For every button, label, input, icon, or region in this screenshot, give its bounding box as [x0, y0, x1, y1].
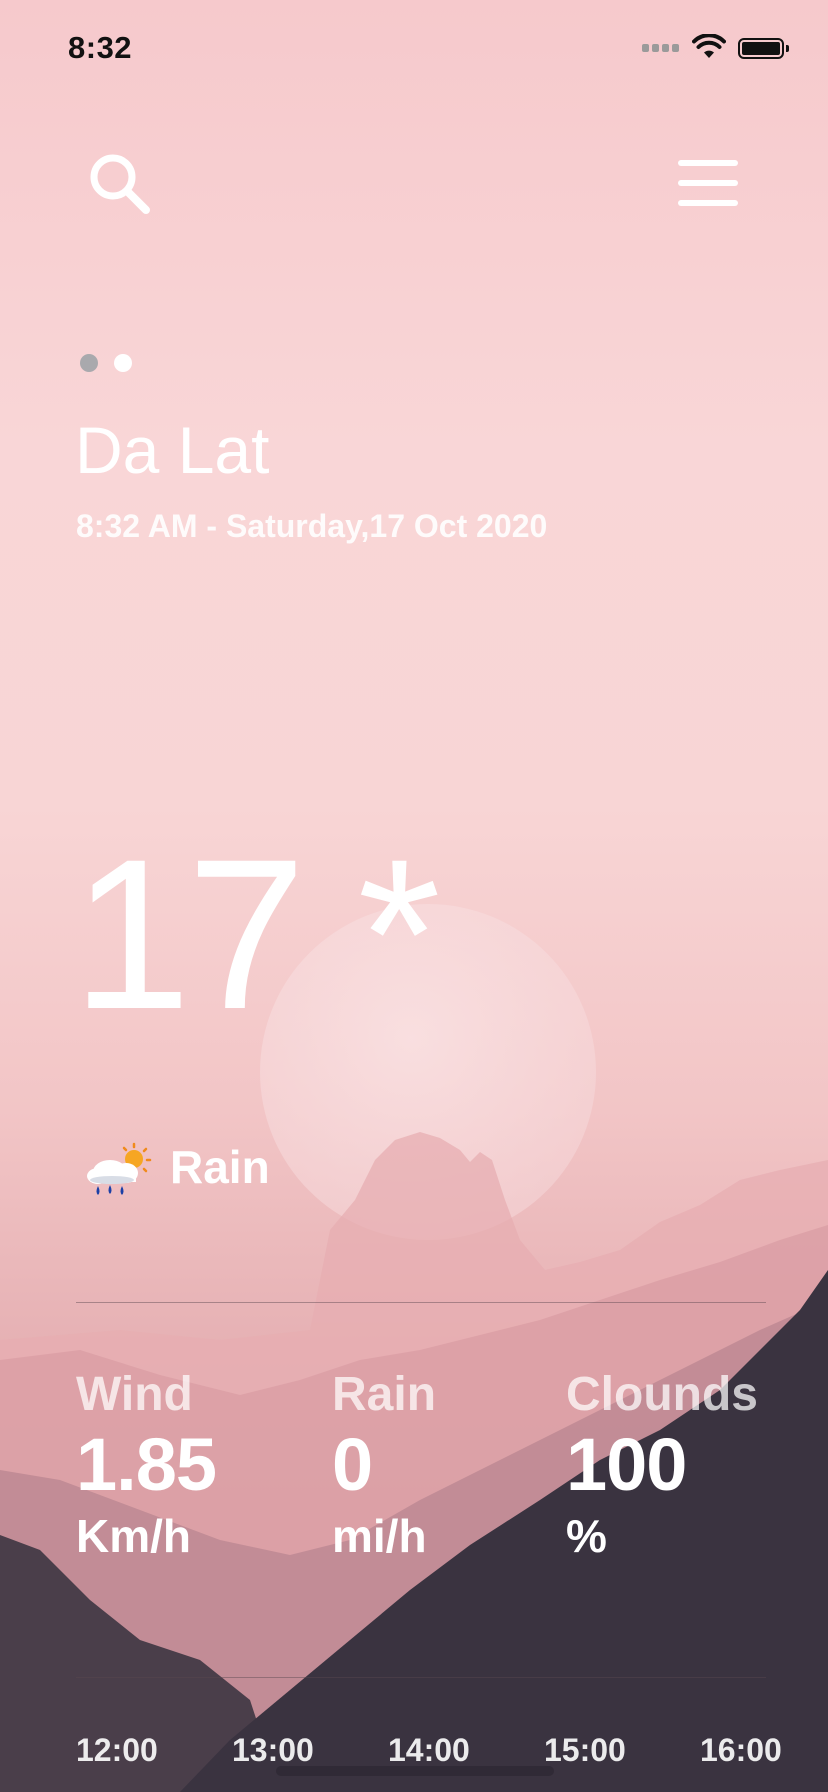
stat-label: Rain: [332, 1368, 437, 1421]
search-button[interactable]: [86, 150, 156, 220]
menu-icon-bar: [678, 200, 738, 206]
stat-value: 0: [332, 1423, 373, 1506]
status-time: 8:32: [68, 30, 133, 65]
divider-top: [76, 1302, 766, 1303]
search-icon: [90, 154, 150, 214]
menu-icon-bar: [678, 160, 738, 166]
date-time: 8:32 AM - Saturday,17 Oct 2020: [76, 508, 548, 544]
hour-item[interactable]: 15:00: [544, 1732, 626, 1769]
hour-item[interactable]: 14:00: [388, 1732, 470, 1769]
stat-label: Wind: [76, 1368, 193, 1421]
stat-unit: %: [566, 1510, 607, 1562]
rain-sun-icon: [87, 1142, 152, 1195]
battery-icon: [738, 38, 789, 59]
home-indicator[interactable]: [276, 1766, 554, 1776]
stat-wind: Wind 1.85 Km/h: [76, 1366, 217, 1566]
weather-screen: 8:32 Da Lat 8:32 AM - Saturday,17 Oct 20…: [0, 0, 828, 1792]
stat-clouds: Clounds 100 %: [566, 1366, 758, 1566]
status-bar: 8:32: [0, 0, 828, 100]
menu-icon-bar: [678, 180, 738, 186]
page-dot-1[interactable]: [80, 354, 98, 372]
raindrops-shape: [96, 1185, 124, 1195]
city-name: Da Lat: [75, 413, 270, 487]
status-icons: [642, 34, 792, 62]
hour-item[interactable]: 12:00: [76, 1732, 158, 1769]
hour-item[interactable]: 13:00: [232, 1732, 314, 1769]
page-dot-2-active[interactable]: [114, 354, 132, 372]
stat-unit: Km/h: [76, 1510, 191, 1562]
page-indicator: [80, 354, 140, 374]
hour-item[interactable]: 16:00: [700, 1732, 782, 1769]
wifi-icon: [692, 34, 726, 58]
divider-bottom: [76, 1677, 766, 1678]
menu-button[interactable]: [676, 158, 742, 208]
stat-unit: mi/h: [332, 1510, 427, 1562]
current-temperature: 17 *: [72, 815, 441, 1054]
cellular-signal-icon: [642, 44, 682, 54]
stat-value: 1.85: [76, 1423, 217, 1506]
stat-rain: Rain 0 mi/h: [332, 1366, 436, 1566]
stat-value: 100: [566, 1423, 687, 1506]
condition-label: Rain: [170, 1141, 270, 1193]
stat-label: Clounds: [566, 1368, 758, 1421]
